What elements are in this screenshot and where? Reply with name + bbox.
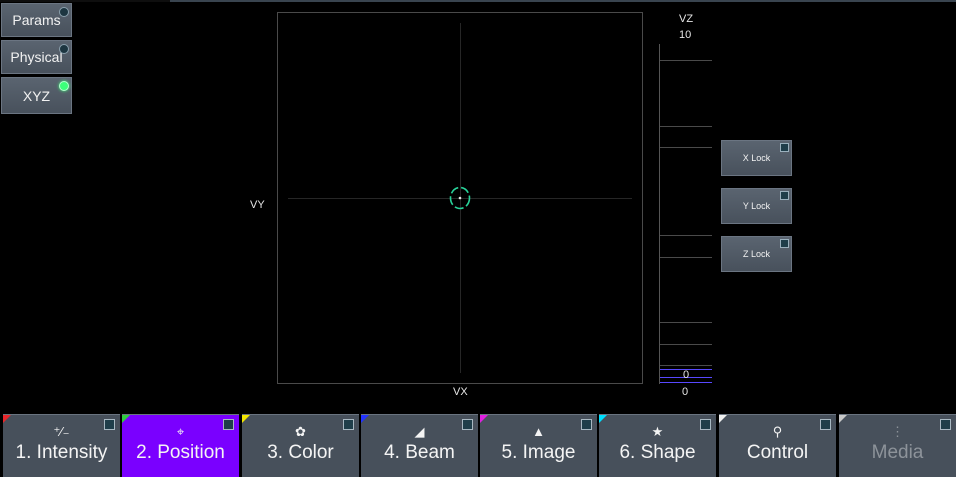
z-fader[interactable]: 0	[659, 44, 712, 384]
tab-color-marker	[719, 415, 727, 423]
tab-color-marker	[480, 415, 488, 423]
z-lock-button[interactable]: Z Lock	[721, 236, 792, 272]
xyz-indicator-icon	[59, 81, 69, 91]
z-lock-label: Z Lock	[742, 249, 770, 259]
fader-tick	[660, 344, 712, 345]
fader-tick	[660, 147, 712, 148]
media-icon: ⋮	[891, 424, 904, 439]
tab-media[interactable]: ⋮ Media	[839, 414, 956, 477]
intensity-icon: ⁺∕₋	[53, 424, 70, 439]
xy-position-pad[interactable]	[277, 12, 643, 384]
fader-min-label: 0	[682, 386, 689, 398]
physical-button-label: Physical	[10, 49, 63, 65]
y-lock-button[interactable]: Y Lock	[721, 188, 792, 224]
tab-label: 5. Image	[501, 442, 576, 463]
tab-color-marker	[839, 415, 847, 423]
top-separator	[0, 0, 956, 2]
position-icon: ⌖	[176, 424, 185, 439]
pad-x-axis-label: VX	[453, 386, 468, 398]
attribute-tab-bar: ⁺∕₋ 1. Intensity ⌖ 2. Position ✿ 3. Colo…	[0, 414, 956, 477]
xyz-button-label: XYZ	[22, 87, 51, 104]
fader-current-value: 0	[682, 369, 690, 381]
tab-color[interactable]: ✿ 3. Color	[242, 414, 359, 477]
y-lock-label: Y Lock	[742, 201, 771, 211]
tab-beam[interactable]: ◢ 4. Beam	[361, 414, 478, 477]
y-lock-checkbox-icon	[780, 191, 789, 200]
tab-label: Media	[871, 442, 924, 463]
params-button[interactable]: Params	[1, 3, 72, 37]
params-indicator-icon	[59, 7, 69, 17]
fader-tick	[660, 126, 712, 127]
pad-y-axis-label: VY	[250, 199, 265, 211]
tab-intensity[interactable]: ⁺∕₋ 1. Intensity	[3, 414, 120, 477]
tab-color-marker	[599, 415, 607, 423]
tab-color-marker	[3, 415, 11, 423]
physical-indicator-icon	[59, 44, 69, 54]
tab-position[interactable]: ⌖ 2. Position	[122, 414, 239, 477]
tab-shape[interactable]: ★ 6. Shape	[599, 414, 716, 477]
fader-tick	[660, 235, 712, 236]
params-button-label: Params	[12, 12, 61, 28]
tab-label: Control	[746, 442, 809, 463]
beam-icon: ◢	[414, 424, 425, 439]
x-lock-checkbox-icon	[780, 143, 789, 152]
tab-label: 3. Color	[267, 442, 334, 463]
fader-tick	[660, 365, 712, 366]
xyz-button[interactable]: XYZ	[1, 77, 72, 114]
tab-color-marker	[122, 415, 130, 423]
color-palette-icon: ✿	[295, 424, 306, 439]
fader-max-label: 10	[679, 29, 692, 41]
tab-color-marker	[361, 415, 369, 423]
x-lock-label: X Lock	[742, 153, 771, 163]
z-lock-checkbox-icon	[780, 239, 789, 248]
star-icon: ★	[651, 424, 664, 439]
fader-level-indicator	[660, 382, 712, 383]
tab-image[interactable]: ▲ 5. Image	[480, 414, 597, 477]
tab-label: 4. Beam	[384, 442, 455, 463]
tab-color-marker	[242, 415, 250, 423]
position-cursor-icon[interactable]	[449, 186, 471, 210]
tab-label: 6. Shape	[619, 442, 696, 463]
tab-control[interactable]: ⚲ Control	[719, 414, 836, 477]
tab-label: 1. Intensity	[15, 442, 108, 463]
x-lock-button[interactable]: X Lock	[721, 140, 792, 176]
image-icon: ▲	[532, 424, 545, 439]
physical-button[interactable]: Physical	[1, 40, 72, 74]
fader-tick	[660, 257, 712, 258]
fader-title: VZ	[679, 13, 694, 25]
control-icon: ⚲	[772, 424, 783, 439]
fader-tick	[660, 60, 712, 61]
fader-tick	[660, 322, 712, 323]
tab-label: 2. Position	[136, 442, 225, 463]
